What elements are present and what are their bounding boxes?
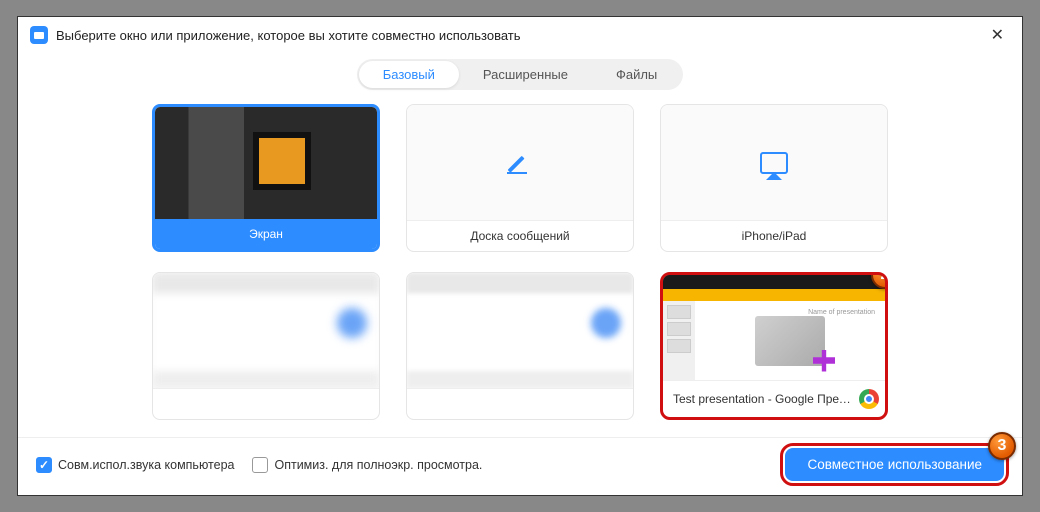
iphone-preview [661,105,887,220]
tab-basic[interactable]: Базовый [359,61,459,88]
footer: Совм.испол.звука компьютера Оптимиз. для… [18,437,1022,495]
card-whiteboard[interactable]: Доска сообщений [406,104,634,252]
tab-advanced[interactable]: Расширенные [459,61,592,88]
whiteboard-preview [407,105,633,220]
app3-title: Test presentation - Google Презе... [673,392,853,406]
card-label-iphone: iPhone/iPad [661,220,887,251]
card-label-app2 [407,388,633,419]
share-audio-label: Совм.испол.звука компьютера [58,458,234,472]
card-app-presentation[interactable]: 2 Name of presentation Test presentation [660,272,888,420]
puzzle-graphic [755,316,825,366]
card-app-2[interactable] [406,272,634,420]
card-label-app1 [153,388,379,419]
checkbox-optimize-video[interactable]: Оптимиз. для полноэкр. просмотра. [252,457,482,473]
share-button[interactable]: 3 Совместное использование [785,448,1004,481]
share-options-grid: Экран Доска сообщений iPhone/iPad 2 [18,104,1022,420]
close-icon[interactable]: ✕ [985,23,1010,47]
tab-files[interactable]: Файлы [592,61,681,88]
card-app-1[interactable] [152,272,380,420]
titlebar: Выберите окно или приложение, которое вы… [18,17,1022,53]
card-label-app3: Test presentation - Google Презе... [663,380,885,417]
checkbox-share-audio[interactable]: Совм.испол.звука компьютера [36,457,234,473]
app2-preview [407,273,633,388]
airplay-icon [760,152,788,174]
app1-preview [153,273,379,388]
tabs: Базовый Расширенные Файлы [18,59,1022,90]
card-screen[interactable]: Экран [152,104,380,252]
zoom-app-icon [30,26,48,44]
pencil-icon [507,150,533,176]
checkbox-icon-unchecked [252,457,268,473]
share-button-label: Совместное использование [807,457,982,472]
share-dialog: Выберите окно или приложение, которое вы… [17,16,1023,496]
card-label-whiteboard: Доска сообщений [407,220,633,251]
optimize-label: Оптимиз. для полноэкр. просмотра. [274,458,482,472]
tab-group: Базовый Расширенные Файлы [357,59,684,90]
annotation-badge-3: 3 [988,432,1016,460]
card-iphone-ipad[interactable]: iPhone/iPad [660,104,888,252]
app3-preview: Name of presentation [663,275,885,380]
card-label-screen: Экран [155,219,377,249]
dialog-title: Выберите окно или приложение, которое вы… [56,28,521,43]
chrome-icon [859,389,879,409]
screen-preview [155,107,377,219]
checkbox-icon-checked [36,457,52,473]
